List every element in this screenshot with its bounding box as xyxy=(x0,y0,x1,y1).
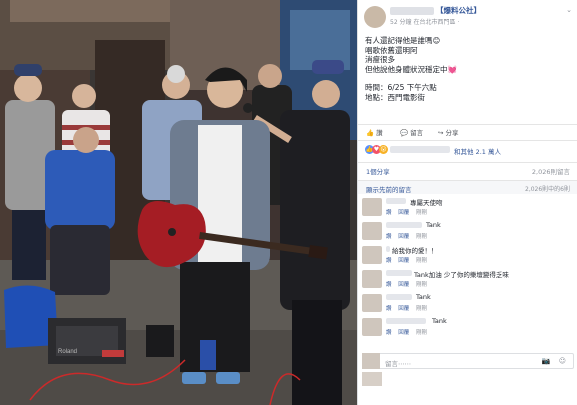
poster-avatar[interactable] xyxy=(364,6,386,28)
commenter-name-blurred[interactable] xyxy=(386,246,390,252)
comments-shown-count: 2,026則中的6則 xyxy=(525,186,570,193)
wow-reaction-icon: 😮 xyxy=(379,145,388,154)
post-line: 但他說他身體狀況穩定中💓 xyxy=(365,64,457,74)
comment-time: 剛剛 xyxy=(416,306,428,312)
comment-text: 專屬天使吻 xyxy=(410,199,443,207)
comment-button[interactable]: 💬 留言 xyxy=(400,127,423,137)
comment-text: Tank加油 少了你的樂壇變得乏味 xyxy=(414,271,509,279)
comment-item: Tank 讚 回覆 剛剛 xyxy=(362,292,574,315)
post-panel: 【爆料公社】 52 分鐘 在台北市西門區 · ⌄ 有人還記得他是誰嗎😊 唱歌依舊… xyxy=(357,0,577,405)
comment-time: 剛剛 xyxy=(416,210,428,216)
like-button[interactable]: 👍 讚 xyxy=(366,127,383,137)
poster-name-blurred[interactable] xyxy=(390,7,434,15)
comment-actions: 讚 回覆 剛剛 xyxy=(386,304,432,312)
page-name-link[interactable]: 【爆料公社】 xyxy=(436,5,481,16)
chevron-down-icon[interactable]: ⌄ xyxy=(566,6,572,14)
comment-time: 剛剛 xyxy=(416,258,428,264)
comment-reply-link[interactable]: 回覆 xyxy=(398,282,409,288)
comment-like-link[interactable]: 讚 xyxy=(386,306,392,312)
comment-like-link[interactable]: 讚 xyxy=(386,210,392,216)
post-line: 消瘦很多 xyxy=(365,55,395,64)
comment-time: 剛剛 xyxy=(416,282,428,288)
shares-count[interactable]: 1個分享 xyxy=(366,166,390,176)
comment-like-link[interactable]: 讚 xyxy=(386,234,392,240)
commenter-avatar[interactable] xyxy=(362,198,382,216)
comment-actions: 讚 回覆 剛剛 xyxy=(386,208,432,216)
amp-brand: Roland xyxy=(58,349,77,355)
comment-actions: 讚 回覆 剛剛 xyxy=(386,328,432,336)
post-line: 有人還記得他是誰嗎😊 xyxy=(365,36,441,45)
commenter-name-blurred[interactable] xyxy=(386,222,422,228)
post-time-line: 時間：6/25 下午六點 xyxy=(365,83,437,92)
comment-reply-link[interactable]: 回覆 xyxy=(398,258,409,264)
comment-actions: 讚 回覆 剛剛 xyxy=(386,232,432,240)
comment-like-link[interactable]: 讚 xyxy=(386,282,392,288)
post-header: 【爆料公社】 52 分鐘 在台北市西門區 · ⌄ xyxy=(358,0,577,32)
comment-input-placeholder: 留言⋯⋯ xyxy=(385,360,411,368)
comment-text: Tank xyxy=(426,221,441,229)
comment-time: 剛剛 xyxy=(416,234,428,240)
commenter-avatar[interactable] xyxy=(362,270,382,288)
post-line: 唱歌依舊還明阿 xyxy=(365,45,418,55)
action-bar: 👍 讚 💬 留言 ↪ 分享 xyxy=(358,124,577,138)
reaction-count[interactable]: 和其他 2.1 萬人 xyxy=(454,146,501,156)
post-place-line: 地點：西門電影街 xyxy=(365,92,425,102)
current-user-avatar xyxy=(362,353,380,369)
reactor-names-blurred[interactable] xyxy=(390,146,450,153)
post-body: 有人還記得他是誰嗎😊 唱歌依舊還明阿 消瘦很多 但他說他身體狀況穩定中💓 時間：… xyxy=(365,36,571,102)
comment-like-link[interactable]: 讚 xyxy=(386,330,392,336)
commenter-name-blurred[interactable] xyxy=(386,294,412,300)
commenter-avatar[interactable] xyxy=(362,294,382,312)
reactions-row[interactable]: 👍 ♥ 😮 和其他 2.1 萬人 xyxy=(358,140,577,158)
commenter-avatar[interactable] xyxy=(362,222,382,240)
bystander-crouching xyxy=(45,127,115,295)
comment-item: 專屬天使吻 讚 回覆 剛剛 xyxy=(362,196,574,219)
commenter-name-blurred[interactable] xyxy=(386,318,426,324)
comment-input[interactable]: 留言⋯⋯ 📷 ☺ xyxy=(362,353,574,369)
camera-emoji-icons[interactable]: 📷 ☺ xyxy=(542,357,569,365)
comment-text: Tank xyxy=(416,293,431,301)
commenter-name-blurred[interactable] xyxy=(386,270,412,276)
commenter-avatar[interactable] xyxy=(362,246,382,264)
comment-actions: 讚 回覆 剛剛 xyxy=(386,280,432,288)
comment-reply-link[interactable]: 回覆 xyxy=(398,234,409,240)
share-button[interactable]: ↪ 分享 xyxy=(438,127,459,137)
stats-row: 1個分享 2,026則留言 xyxy=(358,162,577,176)
comment-text: 給我你的愛！！ xyxy=(392,247,438,255)
comment-time: 剛剛 xyxy=(416,330,428,336)
comment-item: Tank加油 少了你的樂壇變得乏味 讚 回覆 剛剛 xyxy=(362,268,574,291)
comment-item: Tank 讚 回覆 剛剛 xyxy=(362,316,574,339)
post-photo[interactable]: Roland xyxy=(0,0,357,405)
post-meta: 52 分鐘 在台北市西門區 · xyxy=(390,19,460,26)
previous-comments-row: 顯示先前的留言 2,026則中的6則 xyxy=(358,180,577,194)
comment-reply-link[interactable]: 回覆 xyxy=(398,210,409,216)
commenter-avatar[interactable] xyxy=(362,318,382,336)
comment-reply-link[interactable]: 回覆 xyxy=(398,306,409,312)
show-previous-comments-link[interactable]: 顯示先前的留言 xyxy=(366,184,412,194)
comment-text: Tank xyxy=(432,317,447,325)
comment-reply-link[interactable]: 回覆 xyxy=(398,330,409,336)
comment-actions: 讚 回覆 剛剛 xyxy=(386,256,432,264)
commenter-name-blurred[interactable] xyxy=(386,198,406,204)
bottom-avatar xyxy=(362,372,382,386)
comments-count[interactable]: 2,026則留言 xyxy=(532,166,570,176)
comment-like-link[interactable]: 讚 xyxy=(386,258,392,264)
amplifier: Roland xyxy=(48,318,126,364)
comment-item: 給我你的愛！！ 讚 回覆 剛剛 xyxy=(362,244,574,267)
comment-item: Tank 讚 回覆 剛剛 xyxy=(362,220,574,243)
